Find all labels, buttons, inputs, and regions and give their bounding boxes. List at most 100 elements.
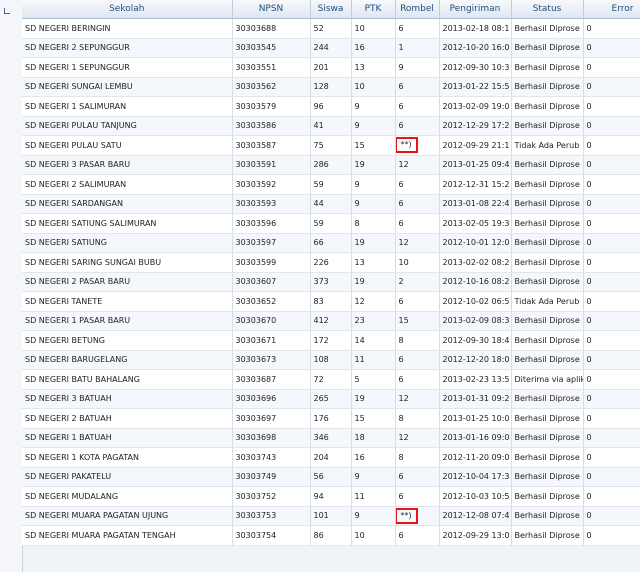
cell-error: 0	[583, 252, 640, 273]
cell-status: Berhasil Diprose	[511, 174, 584, 195]
cell-sekolah: SD NEGERI 1 SALIMURAN	[22, 96, 233, 117]
table-row[interactable]: SD NEGERI MUARA PAGATAN TENGAH 30303754 86…	[22, 525, 640, 546]
cell-rombel: 2	[395, 272, 440, 292]
cell-sekolah: SD NEGERI PULAU TANJUNG	[22, 116, 233, 136]
cell-error: 0	[583, 233, 640, 253]
cell-sekolah: SD NEGERI 2 PASAR BARU	[22, 272, 233, 292]
cell-siswa: 44	[310, 194, 352, 214]
table-row[interactable]: SD NEGERI BETUNG 30303671 172 14 8 2012-09-30…	[22, 330, 640, 351]
cell-error: 0	[583, 350, 640, 370]
table-row[interactable]: SD NEGERI 2 PASAR BARU 30303607 373 19 2 2012…	[22, 272, 640, 292]
table-row[interactable]: SD NEGERI 2 SALIMURAN 30303592 59 9 6 2012-12…	[22, 174, 640, 195]
cell-pengiriman: 2012-09-29 13:0	[439, 525, 512, 546]
column-header-error[interactable]: Error	[583, 0, 640, 19]
cell-sekolah: SD NEGERI BETUNG	[22, 330, 233, 351]
cell-npsn: 30303593	[232, 194, 311, 214]
cell-ptk: 13	[351, 252, 396, 273]
cell-siswa: 75	[310, 135, 352, 156]
table-row[interactable]: SD NEGERI SARING SUNGAI BUBU 30303599 226 1…	[22, 252, 640, 273]
cell-pengiriman: 2013-02-05 19:3	[439, 213, 512, 234]
table-body: SD NEGERI BERINGIN 30303688 52 10 6 2013-02-1…	[22, 18, 640, 546]
cell-error: 0	[583, 311, 640, 331]
column-header-rombel[interactable]: Rombel	[395, 0, 440, 19]
cell-status: Berhasil Diprose	[511, 486, 584, 507]
cell-rombel: 12	[395, 428, 440, 448]
table-row[interactable]: SD NEGERI BARUGELANG 30303673 108 11 6 2012-1…	[22, 350, 640, 370]
cell-error: 0	[583, 213, 640, 234]
table-row[interactable]: SD NEGERI 1 KOTA PAGATAN 30303743 204 16 8 20…	[22, 447, 640, 468]
cell-rombel: 12	[395, 389, 440, 409]
cell-siswa: 59	[310, 174, 352, 195]
cell-ptk: 10	[351, 77, 396, 97]
column-header-status[interactable]: Status	[511, 0, 584, 19]
table-row[interactable]: SD NEGERI SATIUNG 30303597 66 19 12 2012-10-0…	[22, 233, 640, 253]
table-row[interactable]: SD NEGERI 3 PASAR BARU 30303591 286 19 12 201…	[22, 155, 640, 175]
cell-siswa: 201	[310, 57, 352, 78]
cell-sekolah: SD NEGERI SATIUNG	[22, 233, 233, 253]
table-row[interactable]: SD NEGERI 1 PASAR BARU 30303670 412 23 15 201…	[22, 311, 640, 331]
cell-error: 0	[583, 525, 640, 546]
column-header-pengiriman[interactable]: Pengiriman	[439, 0, 512, 19]
table-row[interactable]: SD NEGERI 1 SEPUNGGUR 30303551 201 13 9 2012-…	[22, 57, 640, 78]
cell-pengiriman: 2013-02-18 08:1	[439, 18, 512, 39]
column-header-siswa[interactable]: Siswa	[310, 0, 352, 19]
cell-rombel: 6	[395, 116, 440, 136]
table-row[interactable]: SD NEGERI SATIUNG SALIMURAN 30303596 59 8 6 2…	[22, 213, 640, 234]
cell-ptk: 23	[351, 311, 396, 331]
column-header-ptk[interactable]: PTK	[351, 0, 396, 19]
cell-pengiriman: 2012-10-03 10:5	[439, 486, 512, 507]
cell-npsn: 30303752	[232, 486, 311, 507]
table-row[interactable]: SD NEGERI 3 BATUAH 30303696 265 19 12 2013-01…	[22, 389, 640, 409]
cell-npsn: 30303607	[232, 272, 311, 292]
cell-npsn: 30303743	[232, 447, 311, 468]
cell-pengiriman: 2013-02-23 13:5	[439, 369, 512, 390]
cell-pengiriman: 2012-12-31 15:2	[439, 174, 512, 195]
cell-rombel: 15	[395, 311, 440, 331]
cell-rombel: 8	[395, 408, 440, 429]
cell-siswa: 226	[310, 252, 352, 273]
cell-status: Diterima via aplik	[511, 369, 584, 390]
cell-ptk: 19	[351, 389, 396, 409]
cell-ptk: 10	[351, 525, 396, 546]
cell-error: 0	[583, 467, 640, 487]
cell-error: 0	[583, 135, 640, 156]
table-row[interactable]: SD NEGERI PULAU TANJUNG 30303586 41 9 6 2012-…	[22, 116, 640, 136]
cell-npsn: 30303698	[232, 428, 311, 448]
cell-rombel: 6	[395, 77, 440, 97]
cell-status: Tidak Ada Perub	[511, 291, 584, 312]
table-row[interactable]: SD NEGERI 2 SEPUNGGUR 30303545 244 16 1 2012-…	[22, 38, 640, 58]
table-row[interactable]: SD NEGERI 1 BATUAH 30303698 346 18 12 2013-01…	[22, 428, 640, 448]
table-row[interactable]: SD NEGERI 1 SALIMURAN 30303579 96 9 6 2013-02…	[22, 96, 640, 117]
cell-status: Berhasil Diprose	[511, 155, 584, 175]
table-row[interactable]: SD NEGERI 2 BATUAH 30303697 176 15 8 2013-01-…	[22, 408, 640, 429]
table-row[interactable]: SD NEGERI MUDALANG 30303752 94 11 6 2012-10-0…	[22, 486, 640, 507]
table-row[interactable]: SD NEGERI SUNGAI LEMBU 30303562 128 10 6 2013…	[22, 77, 640, 97]
cell-sekolah: SD NEGERI SUNGAI LEMBU	[22, 77, 233, 97]
cell-ptk: 8	[351, 213, 396, 234]
cell-sekolah: SD NEGERI SARDANGAN	[22, 194, 233, 214]
table-row[interactable]: SD NEGERI PULAU SATU 30303587 75 15 **) 2012-…	[22, 135, 640, 156]
cell-rombel: 6	[395, 194, 440, 214]
cell-sekolah: SD NEGERI BERINGIN	[22, 18, 233, 39]
cell-status: Berhasil Diprose	[511, 252, 584, 273]
cell-ptk: 9	[351, 174, 396, 195]
cell-status: Berhasil Diprose	[511, 350, 584, 370]
cell-error: 0	[583, 291, 640, 312]
cell-ptk: 13	[351, 57, 396, 78]
table-row[interactable]: SD NEGERI SARDANGAN 30303593 44 9 6 2013-01-0…	[22, 194, 640, 214]
table-row[interactable]: SD NEGERI PAKATELU 30303749 56 9 6 2012-10-04…	[22, 467, 640, 487]
highlighted-rombel-value: **)	[395, 507, 418, 524]
cell-npsn: 30303754	[232, 525, 311, 546]
cell-ptk: 15	[351, 408, 396, 429]
cell-siswa: 59	[310, 213, 352, 234]
column-header-sekolah[interactable]: Sekolah	[22, 0, 233, 19]
cell-rombel: 6	[395, 486, 440, 507]
table-row[interactable]: SD NEGERI MUARA PAGATAN UJUNG 30303753 101…	[22, 506, 640, 526]
table-row[interactable]: SD NEGERI TANETE 30303652 83 12 6 2012-10-02 …	[22, 291, 640, 312]
table-row[interactable]: SD NEGERI BATU BAHALANG 30303687 72 5 6 2013-…	[22, 369, 640, 390]
column-header-npsn[interactable]: NPSN	[232, 0, 311, 19]
cell-npsn: 30303551	[232, 57, 311, 78]
cell-status: Berhasil Diprose	[511, 77, 584, 97]
cell-ptk: 15	[351, 135, 396, 156]
table-row[interactable]: SD NEGERI BERINGIN 30303688 52 10 6 2013-02-1…	[22, 18, 640, 39]
